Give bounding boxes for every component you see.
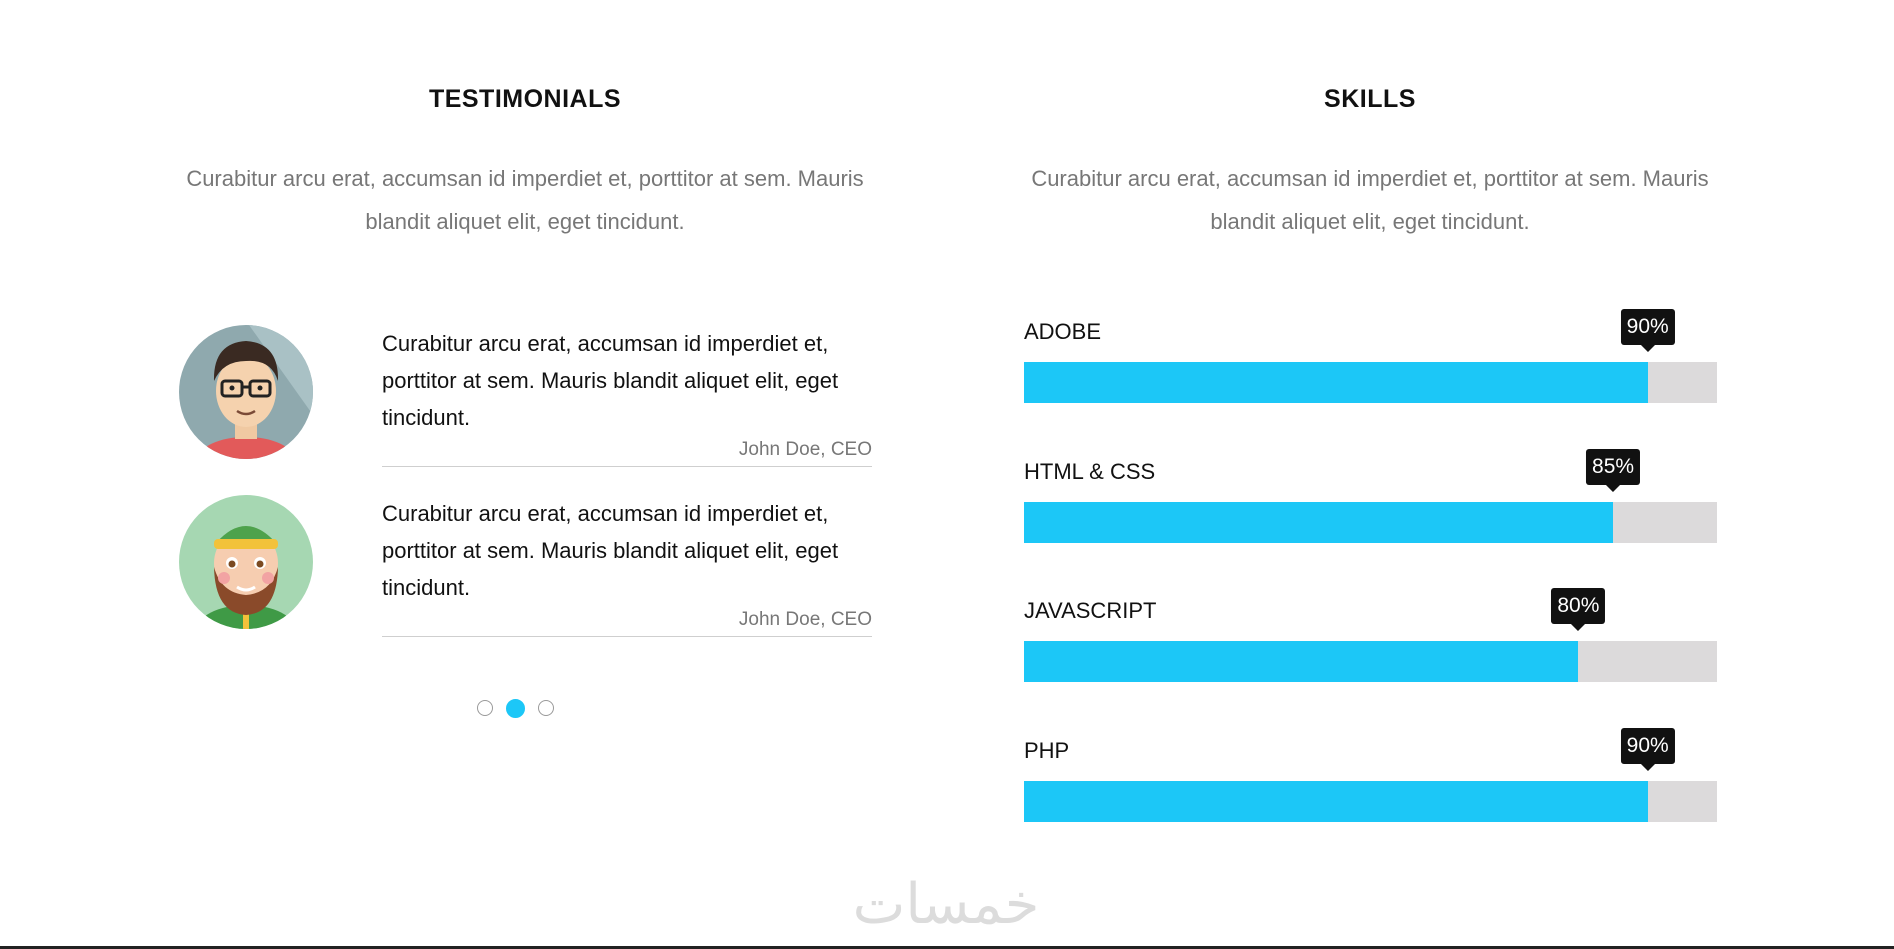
skill-percent-tooltip: 80%	[1551, 588, 1606, 631]
pagination-dot-3[interactable]	[538, 700, 554, 716]
testimonial-author: John Doe, CEO	[738, 439, 872, 460]
skill-label: HTML & CSS	[1024, 459, 1156, 484]
testimonials-section: TESTIMONIALS Curabitur arcu erat, accums…	[160, 0, 890, 949]
skill-label: JAVASCRIPT	[1024, 598, 1157, 623]
skill-progress-track	[1024, 781, 1717, 822]
skill-percent-tooltip: 90%	[1620, 728, 1675, 771]
skills-section: SKILLS Curabitur arcu erat, accumsan id …	[1000, 0, 1740, 949]
skill-progress-track	[1024, 641, 1717, 682]
man-with-glasses-avatar-icon	[179, 325, 313, 459]
watermark-logo: خمسات	[852, 872, 1040, 937]
testimonial-text: Curabitur arcu erat, accumsan id imperdi…	[382, 501, 839, 600]
skill-progress-fill	[1024, 362, 1648, 403]
pagination-dot-2[interactable]	[506, 699, 525, 718]
skills-title: SKILLS	[1324, 85, 1416, 113]
skill-percent-tooltip: 90%	[1620, 309, 1675, 352]
skill-label: PHP	[1024, 738, 1070, 763]
skills-intro: Curabitur arcu erat, accumsan id imperdi…	[1031, 166, 1709, 234]
skill-label: ADOBE	[1024, 319, 1102, 344]
skill-percent-tooltip: 85%	[1586, 449, 1641, 492]
testimonial-quote: Curabitur arcu erat, accumsan id imperdi…	[382, 495, 872, 637]
testimonial-author: John Doe, CEO	[738, 609, 872, 630]
testimonials-title: TESTIMONIALS	[428, 85, 622, 113]
testimonial-text: Curabitur arcu erat, accumsan id imperdi…	[382, 331, 839, 430]
skill-progress-fill	[1024, 641, 1579, 682]
skill-progress-track	[1024, 362, 1717, 403]
skill-progress-fill	[1024, 781, 1648, 822]
skill-progress-fill	[1024, 502, 1614, 543]
testimonials-intro: Curabitur arcu erat, accumsan id imperdi…	[186, 166, 864, 234]
bearded-man-with-cap-avatar-icon	[179, 495, 313, 629]
skill-progress-track	[1024, 502, 1717, 543]
testimonial-quote: Curabitur arcu erat, accumsan id imperdi…	[382, 325, 872, 467]
testimonial-pagination	[477, 699, 554, 718]
pagination-dot-1[interactable]	[477, 700, 493, 716]
